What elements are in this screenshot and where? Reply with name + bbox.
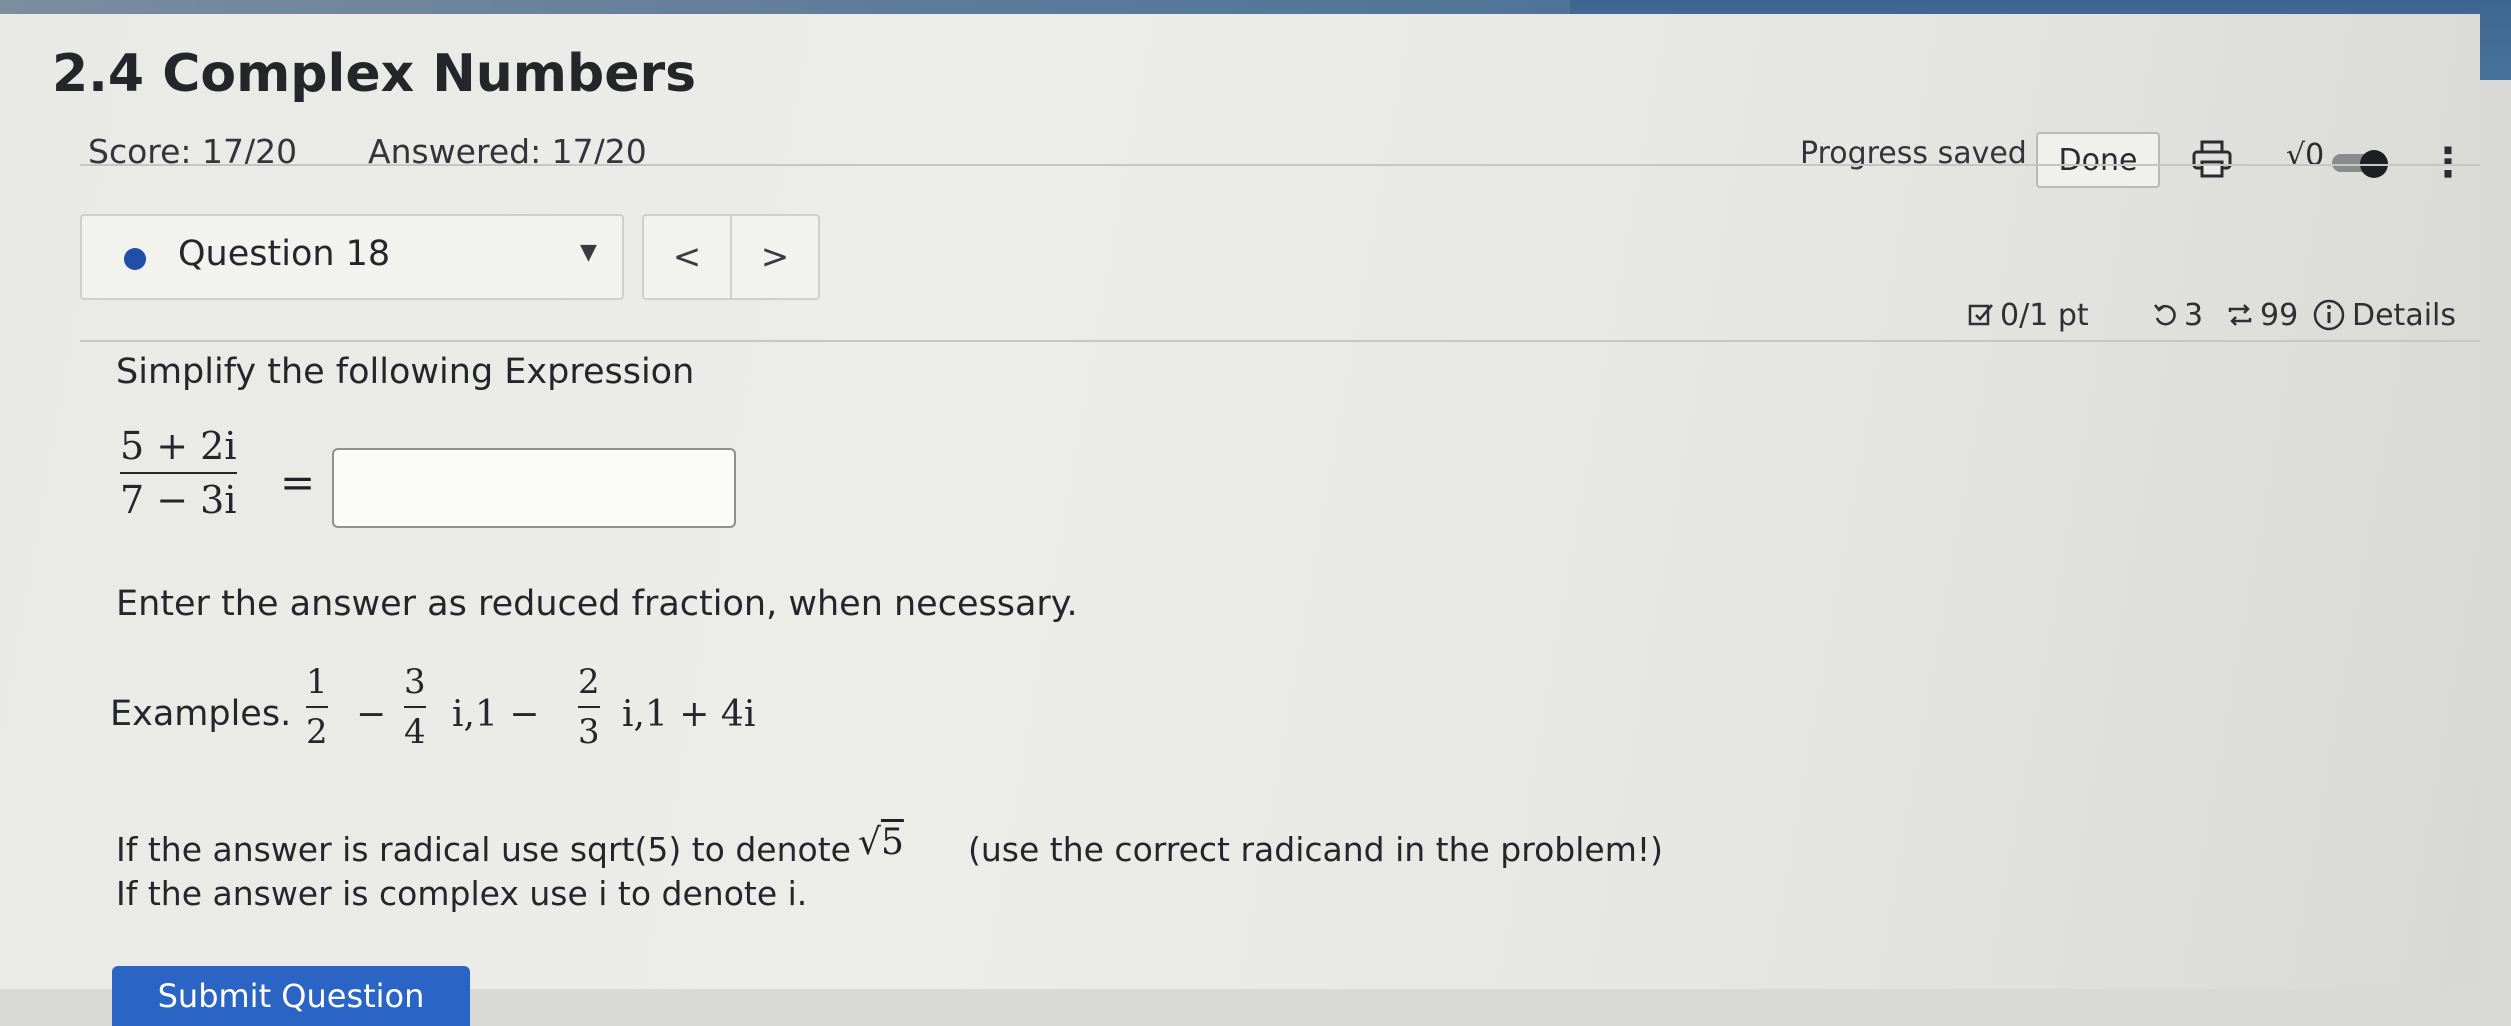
submit-question-button[interactable]: Submit Question: [112, 966, 470, 1026]
sqrt-toggle-label: √0: [2286, 138, 2325, 173]
more-vertical-icon[interactable]: ⋮: [2428, 140, 2468, 186]
example-fraction-1: 1 2: [306, 662, 328, 752]
expression-denominator: 7 − 3i: [120, 478, 237, 522]
next-question-button[interactable]: >: [732, 216, 818, 298]
fraction-bar: [404, 706, 426, 708]
details-label: Details: [2352, 297, 2457, 333]
equals-sign: =: [280, 458, 316, 507]
question-selector[interactable]: Question 18 ▼: [80, 214, 624, 300]
example-tail: i,1 + 4i: [622, 694, 756, 735]
fraction-bar: [306, 706, 328, 708]
answer-instruction: Enter the answer as reduced fraction, wh…: [116, 584, 1078, 624]
undo-icon: [2154, 304, 2176, 326]
retries-text: 3: [2184, 297, 2204, 333]
points-text: 0/1 pt: [2000, 297, 2089, 333]
sqrt-five: √5: [858, 822, 904, 863]
info-icon: [2313, 299, 2345, 331]
assignment-page: 2.4 Complex Numbers Score: 17/20 Answere…: [0, 14, 2480, 1026]
expression-fraction: 5 + 2i 7 − 3i: [120, 424, 237, 522]
question-nav: < >: [642, 214, 820, 300]
example-3-numerator: 2: [578, 662, 600, 702]
checkbox-edit-icon: [1968, 304, 1993, 326]
details-link[interactable]: Details: [2312, 290, 2456, 340]
radical-instruction-tail: (use the correct radicand in the problem…: [968, 830, 1663, 869]
question-divider: [80, 340, 2480, 342]
status-dot-icon: [124, 248, 146, 270]
example-1-numerator: 1: [306, 662, 328, 702]
repeat-icon: [2228, 304, 2252, 326]
example-3-denominator: 3: [578, 712, 600, 752]
retries-indicator: 3: [2152, 290, 2203, 340]
example-fraction-3: 2 3: [578, 662, 600, 752]
example-1-denominator: 2: [306, 712, 328, 752]
points-indicator: 0/1 pt: [1968, 290, 2089, 340]
example-fraction-2: 3 4: [404, 662, 426, 752]
question-prompt: Simplify the following Expression: [116, 352, 695, 392]
example-minus: −: [356, 694, 387, 735]
caret-down-icon: ▼: [580, 240, 597, 265]
complex-instruction: If the answer is complex use i to denote…: [116, 874, 808, 913]
answer-input[interactable]: [332, 448, 736, 528]
example-2-numerator: 3: [404, 662, 426, 702]
example-separator: i,1 −: [452, 694, 540, 735]
submissions-indicator: 99: [2226, 290, 2298, 340]
submissions-text: 99: [2260, 297, 2299, 333]
example-2-denominator: 4: [404, 712, 426, 752]
question-selector-label: Question 18: [178, 234, 391, 274]
print-icon[interactable]: [2190, 138, 2234, 182]
fraction-bar: [578, 706, 600, 708]
page-title: 2.4 Complex Numbers: [52, 44, 697, 104]
done-button[interactable]: Done: [2036, 132, 2160, 188]
sqrt-radicand: 5: [880, 822, 904, 863]
sqrt-symbol: √: [858, 822, 881, 863]
sqrt-toggle-switch[interactable]: [2332, 150, 2388, 178]
header-divider: [80, 164, 2480, 166]
expression-numerator: 5 + 2i: [120, 424, 237, 468]
previous-question-button[interactable]: <: [644, 216, 732, 298]
examples-label: Examples.: [110, 694, 292, 734]
fraction-bar: [120, 472, 237, 474]
radical-instruction: If the answer is radical use sqrt(5) to …: [116, 830, 851, 869]
